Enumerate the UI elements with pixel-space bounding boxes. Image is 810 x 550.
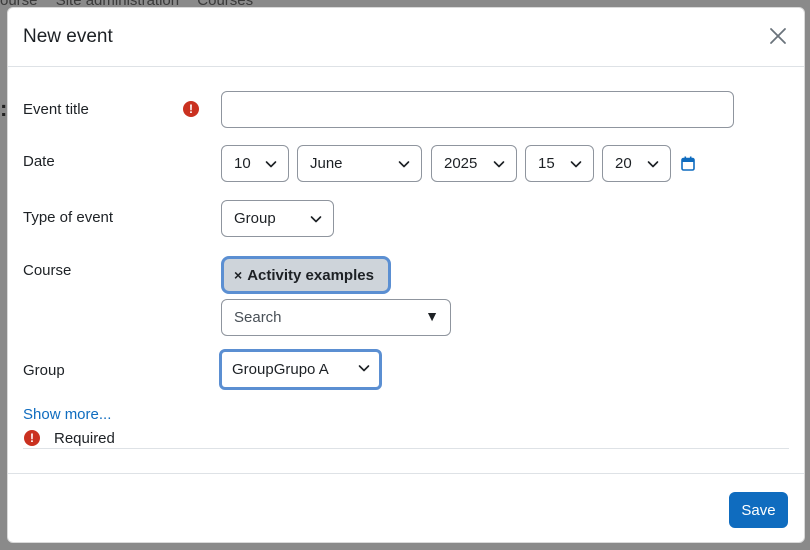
modal-footer: Save (8, 473, 804, 544)
event-title-label: Event title (23, 101, 89, 118)
selected-course-chip[interactable]: × Activity examples (221, 256, 391, 294)
chevron-down-icon (493, 161, 505, 168)
show-more-link[interactable]: Show more... (23, 406, 111, 423)
remove-icon[interactable]: × (234, 267, 242, 283)
hour-value: 15 (538, 155, 555, 172)
course-label: Course (23, 262, 72, 279)
type-of-event-select[interactable]: Group (221, 200, 334, 237)
calendar-icon[interactable] (681, 156, 695, 171)
exclamation-circle-icon: ! (183, 101, 199, 117)
search-placeholder: Search (234, 309, 282, 326)
chevron-down-icon (265, 161, 277, 168)
date-label: Date (23, 153, 55, 170)
required-note: Required (54, 430, 115, 447)
year-select[interactable]: 2025 (431, 145, 517, 182)
chevron-down-icon (647, 161, 659, 168)
day-select[interactable]: 10 (221, 145, 289, 182)
modal-title: New event (23, 26, 113, 47)
chevron-down-icon (570, 161, 582, 168)
type-of-event-value: Group (234, 210, 276, 227)
chip-label: Activity examples (247, 266, 374, 284)
modal-header: New event (8, 8, 804, 67)
new-event-modal: New event Event title ! Date 10 June 202… (7, 7, 805, 543)
dropdown-arrow-icon[interactable]: ▼ (425, 308, 439, 324)
year-value: 2025 (444, 155, 478, 172)
month-value: June (310, 155, 343, 172)
group-label: Group (23, 362, 65, 379)
type-of-event-label: Type of event (23, 209, 114, 226)
event-title-input[interactable] (221, 91, 734, 128)
divider (23, 448, 789, 449)
save-button[interactable]: Save (729, 492, 788, 528)
hour-select[interactable]: 15 (525, 145, 594, 182)
exclamation-circle-icon: ! (24, 430, 40, 446)
day-value: 10 (234, 155, 251, 172)
course-search-input[interactable]: Search ▼ (221, 299, 451, 336)
chevron-down-icon (310, 216, 322, 223)
chevron-down-icon (358, 365, 370, 372)
minute-value: 20 (615, 155, 632, 172)
group-select[interactable]: GroupGrupo A (219, 349, 382, 390)
minute-select[interactable]: 20 (602, 145, 671, 182)
group-value: GroupGrupo A (232, 361, 329, 378)
month-select[interactable]: June (297, 145, 422, 182)
close-icon[interactable] (768, 26, 788, 46)
chevron-down-icon (398, 161, 410, 168)
